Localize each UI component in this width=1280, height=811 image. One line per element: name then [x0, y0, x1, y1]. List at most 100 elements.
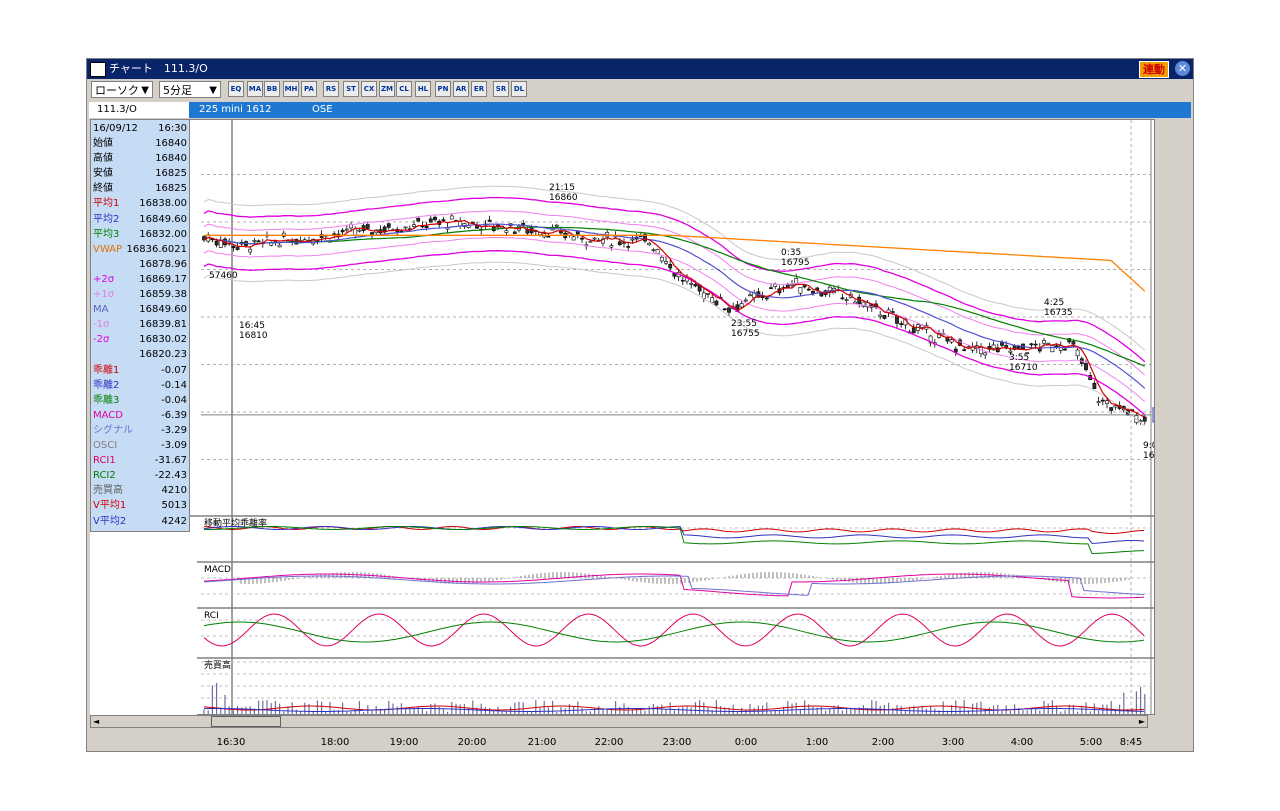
tool-button-pa[interactable]: PA — [301, 81, 317, 97]
datapanel-value: 5013 — [161, 500, 187, 512]
tool-button-cl[interactable]: CL — [396, 81, 412, 97]
close-icon[interactable]: ✕ — [1175, 61, 1190, 76]
tool-button-sr[interactable]: SR — [493, 81, 509, 97]
datapanel-row: +2σ 16869.17 — [93, 272, 187, 287]
time-label: 21:00 — [527, 737, 557, 748]
candle-body — [840, 297, 845, 300]
tool-button-mh[interactable]: MH — [283, 81, 299, 97]
annotation-time: 4:25 — [1044, 298, 1064, 308]
datapanel-row: OSCI -3.09 — [93, 438, 187, 453]
datapanel-date-row: 16/09/12 16:30 — [93, 121, 187, 136]
time-label: 4:00 — [1010, 737, 1034, 748]
tool-button-ar[interactable]: AR — [453, 81, 469, 97]
candle-body — [433, 216, 437, 221]
datapanel-row: 乖離3 -0.04 — [93, 393, 187, 408]
tool-button-rs[interactable]: RS — [323, 81, 339, 97]
candle-body — [710, 297, 715, 304]
candle-body — [214, 240, 219, 246]
datapanel-label: 安値 — [93, 168, 113, 180]
annotation-price: 57460 — [209, 271, 238, 281]
candle-body — [890, 311, 895, 313]
bollinger-outer-upper — [203, 185, 1146, 351]
datapanel-value: -3.09 — [161, 440, 187, 451]
candle-body — [983, 352, 988, 356]
datapanel-value: 16840 — [155, 153, 187, 165]
annotation-time: 23:55 — [731, 319, 757, 329]
datapanel-label: VWAP — [93, 243, 123, 255]
candle-body — [1075, 349, 1080, 357]
scroll-thumb[interactable] — [211, 716, 281, 727]
candle-body — [365, 224, 370, 229]
tool-button-er[interactable]: ER — [471, 81, 487, 97]
datapanel-value: 16878.96 — [139, 258, 187, 270]
datapanel-row: シグナル -3.29 — [93, 423, 187, 438]
scroll-left-icon[interactable]: ◄ — [93, 716, 99, 727]
tool-button-hl[interactable]: HL — [415, 81, 431, 97]
tool-button-ma[interactable]: MA — [247, 81, 263, 97]
candle-body — [802, 285, 807, 288]
datapanel-row: +1σ 16859.38 — [93, 287, 187, 302]
annotation-time: 9:0 — [1143, 441, 1154, 451]
scroll-right-icon[interactable]: ► — [1139, 716, 1145, 727]
candle-body — [571, 236, 576, 241]
tool-button-cx[interactable]: CX — [361, 81, 377, 97]
candle-body — [357, 229, 362, 232]
candle-body — [1113, 405, 1118, 408]
time-label: 18:00 — [320, 737, 350, 748]
candle-body — [248, 248, 253, 253]
datapanel-row: RCI1 -31.67 — [93, 453, 187, 468]
datapanel-value: 16820.23 — [139, 349, 187, 361]
interval-dropdown[interactable]: 5分足 ▼ — [159, 81, 221, 98]
candle-body — [853, 301, 857, 304]
candle-body — [1054, 345, 1059, 348]
candle-body — [748, 294, 752, 297]
time-label: 1:00 — [805, 737, 829, 748]
rci-line-2 — [203, 621, 1145, 643]
candle-body — [370, 232, 374, 235]
datapanel-label: OSCI — [93, 440, 118, 451]
candle-body — [412, 224, 416, 227]
candle-body — [739, 303, 744, 308]
candle-body — [546, 235, 551, 238]
title-bar[interactable]: チャート 111.3/O 連動 ✕ — [87, 59, 1193, 79]
chart-svg[interactable]: 1690016850168001675016700166501660057460… — [91, 120, 1154, 714]
datapanel-value: 16839.81 — [139, 319, 187, 331]
datapanel-value: -31.67 — [154, 455, 187, 467]
datapanel-value: -22.43 — [154, 470, 187, 482]
tool-button-pn[interactable]: PN — [435, 81, 451, 97]
datapanel-label: -1σ — [93, 319, 110, 331]
candle-body — [895, 315, 899, 324]
datapanel-row: 安値 16825 — [93, 166, 187, 181]
horizontal-scrollbar[interactable]: ◄ ► — [90, 715, 1148, 728]
tool-button-zm[interactable]: ZM — [379, 81, 395, 97]
time-label: 19:00 — [389, 737, 419, 748]
candle-body — [1033, 343, 1038, 346]
tool-button-bb[interactable]: BB — [264, 81, 280, 97]
annotation-time: 3:55 — [1009, 353, 1029, 363]
annotation-price: 16795 — [781, 258, 810, 268]
datapanel-value: -3.29 — [161, 424, 187, 436]
tool-button-dl[interactable]: DL — [511, 81, 527, 97]
tool-button-st[interactable]: ST — [343, 81, 359, 97]
candle-body — [504, 230, 509, 233]
candle-body — [655, 249, 660, 255]
datapanel-label: 始値 — [93, 138, 113, 149]
candle-body — [416, 217, 421, 222]
annotation-price: 16755 — [731, 329, 760, 339]
annotation-price: 16860 — [549, 193, 578, 203]
chart-area[interactable]: 1690016850168001675016700166501660057460… — [90, 119, 1155, 715]
tool-button-eq[interactable]: EQ — [228, 81, 244, 97]
panel-title: MACD — [204, 565, 231, 575]
candle-body — [332, 233, 337, 236]
candle-body — [403, 226, 408, 229]
chart-type-dropdown[interactable]: ローソク ▼ — [91, 81, 153, 98]
chevron-down-icon: ▼ — [141, 85, 149, 96]
candle-body — [651, 249, 656, 252]
annotation-time: 0:35 — [781, 248, 801, 258]
annotation-price: 16810 — [239, 331, 268, 341]
datapanel-value: -0.04 — [161, 394, 187, 406]
candle-body — [806, 288, 811, 291]
link-button[interactable]: 連動 — [1139, 61, 1169, 78]
datapanel-label: MA — [93, 304, 109, 316]
datapanel-row: MACD -6.39 — [93, 408, 187, 423]
